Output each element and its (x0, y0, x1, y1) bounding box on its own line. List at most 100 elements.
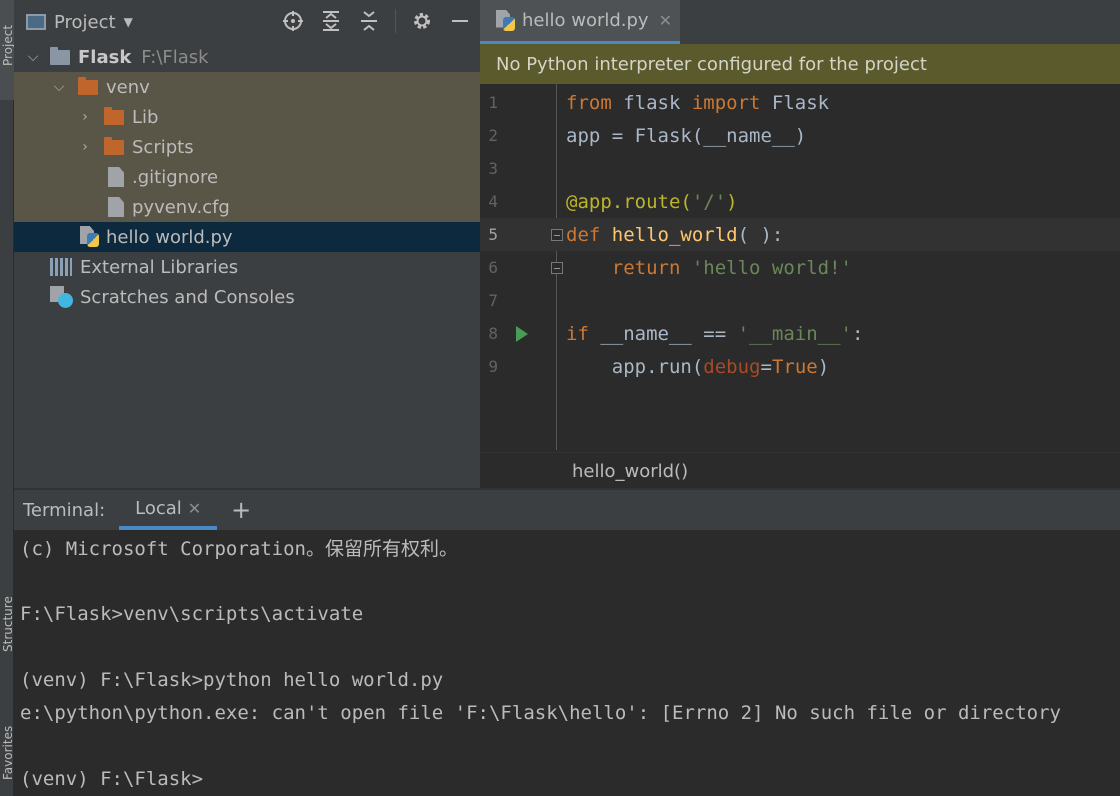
tree-row-external-libraries[interactable]: External Libraries (14, 252, 480, 282)
terminal-panel: Terminal: Local ✕ + (c) Microsoft Corpor… (14, 490, 1120, 796)
terminal-tab-local[interactable]: Local ✕ (119, 490, 218, 530)
fold-end-icon[interactable] (551, 261, 563, 274)
side-tab-structure-label: Structure (1, 596, 15, 652)
terminal-line: (venv) F:\Flask>python hello world.py (20, 668, 444, 691)
code-text: from flask import Flask (566, 91, 830, 114)
side-tab-structure[interactable]: Structure (0, 540, 15, 660)
project-tree: ⌵ Flask F:\Flask ⌵ venv › Lib › Scripts … (14, 42, 480, 312)
terminal-label: Terminal: (23, 499, 106, 521)
new-terminal-button[interactable]: + (231, 496, 251, 524)
tree-venv-label: venv (106, 76, 150, 98)
terminal-line: e:\python\python.exe: can't open file 'F… (20, 701, 1061, 724)
tree-row-pyvenv[interactable]: pyvenv.cfg (14, 192, 480, 222)
project-panel: Project ▼ ⌵ Flask F:\Flask ⌵ venv › Lib … (14, 0, 480, 490)
line-number: 9 (488, 357, 498, 376)
tree-root-name: Flask (78, 46, 132, 68)
editor-panel: hello world.py ✕ No Python interpreter c… (480, 0, 1120, 490)
interpreter-warning-banner: No Python interpreter configured for the… (480, 44, 1120, 84)
chevron-right-icon[interactable]: › (78, 139, 92, 155)
terminal-prompt[interactable]: (venv) F:\Flask> (20, 762, 203, 795)
terminal-line: F:\Flask>venv\scripts\activate (20, 602, 364, 625)
tree-scripts-label: Scripts (132, 136, 194, 158)
project-window-icon (26, 14, 46, 30)
scratches-icon (50, 286, 74, 308)
close-icon[interactable]: ✕ (659, 11, 672, 30)
tree-row-gitignore[interactable]: .gitignore (14, 162, 480, 192)
tree-hello-file-label: hello world.py (106, 226, 233, 248)
project-panel-title[interactable]: Project (54, 12, 116, 33)
line-number: 2 (488, 126, 498, 145)
side-tab-favorites[interactable]: Favorites (0, 680, 15, 790)
code-text: app.run(debug=True) (566, 355, 830, 378)
chevron-down-icon[interactable]: ▼ (124, 15, 133, 29)
code-line[interactable]: 3 (480, 152, 1120, 185)
chevron-down-icon[interactable]: ⌵ (52, 79, 66, 95)
python-file-icon (80, 226, 100, 248)
expand-all-icon[interactable] (319, 8, 343, 34)
library-icon (50, 258, 72, 276)
side-tab-favorites-label: Favorites (1, 725, 15, 780)
chevron-right-icon[interactable]: › (78, 109, 92, 125)
close-icon[interactable]: ✕ (188, 499, 201, 518)
config-file-icon (108, 197, 124, 217)
run-icon[interactable] (516, 325, 528, 342)
terminal-header: Terminal: Local ✕ + (14, 490, 1120, 530)
folder-icon (50, 46, 70, 65)
terminal-tab-label: Local (135, 497, 182, 519)
line-number: 3 (488, 159, 498, 178)
line-number: 8 (488, 324, 498, 343)
code-line[interactable]: 7 (480, 284, 1120, 317)
tree-row-scratches[interactable]: Scratches and Consoles (14, 282, 480, 312)
folder-icon (78, 76, 98, 95)
code-line[interactable]: 4 @app.route('/') (480, 185, 1120, 218)
line-number: 1 (488, 93, 498, 112)
folder-icon (104, 106, 124, 125)
python-file-icon (496, 9, 516, 32)
code-line[interactable]: 9 app.run(debug=True) (480, 350, 1120, 383)
code-line-current[interactable]: 5 def hello_world( ): (480, 218, 1120, 251)
minimize-icon[interactable] (448, 8, 472, 34)
side-tab-project[interactable]: Project (0, 0, 15, 100)
code-line[interactable]: 2 app = Flask(__name__) (480, 119, 1120, 152)
editor-tab-label: hello world.py (522, 10, 649, 31)
gear-icon[interactable] (410, 8, 434, 34)
tree-row-scripts[interactable]: › Scripts (14, 132, 480, 162)
breadcrumb-item[interactable]: hello_world() (572, 461, 688, 482)
tree-lib-label: Lib (132, 106, 159, 128)
code-area[interactable]: 1 from flask import Flask 2 app = Flask(… (480, 84, 1120, 450)
project-header-tools (281, 8, 472, 34)
collapse-all-icon[interactable] (357, 8, 381, 34)
tree-row-venv[interactable]: ⌵ venv (14, 72, 480, 102)
terminal-output[interactable]: (c) Microsoft Corporation。保留所有权利。 F:\Fla… (14, 530, 1120, 796)
code-text: return 'hello world!' (611, 256, 852, 279)
tree-gitignore-label: .gitignore (132, 166, 219, 188)
project-panel-header: Project ▼ (14, 0, 480, 44)
line-number: 6 (488, 258, 498, 277)
breadcrumb: hello_world() (480, 452, 1120, 490)
tree-pyvenv-label: pyvenv.cfg (132, 196, 230, 218)
line-number: 5 (488, 225, 498, 244)
left-tool-strip: Project Structure Favorites (0, 0, 15, 796)
toolbar-separator (395, 9, 396, 33)
tree-row-hello-file[interactable]: hello world.py (14, 222, 480, 252)
tree-scratches-label: Scratches and Consoles (80, 286, 295, 308)
code-line[interactable]: 6 return 'hello world!' (480, 251, 1120, 284)
code-text: @app.route('/') (566, 190, 738, 213)
tree-row-lib[interactable]: › Lib (14, 102, 480, 132)
fold-icon[interactable] (551, 228, 563, 241)
code-line[interactable]: 8 if __name__ == '__main__': (480, 317, 1120, 350)
tree-row-root[interactable]: ⌵ Flask F:\Flask (14, 42, 480, 72)
side-tab-project-label: Project (1, 24, 15, 66)
interpreter-warning-text: No Python interpreter configured for the… (496, 53, 927, 75)
tree-root-path: F:\Flask (141, 46, 209, 68)
terminal-line: (c) Microsoft Corporation。保留所有权利。 (20, 538, 458, 560)
ignored-file-icon (108, 167, 124, 187)
chevron-down-icon[interactable]: ⌵ (26, 49, 40, 65)
editor-tab-hello-world[interactable]: hello world.py ✕ (480, 0, 680, 44)
folder-icon (104, 136, 124, 155)
locate-icon[interactable] (281, 8, 305, 34)
code-text: if __name__ == '__main__': (566, 322, 864, 345)
code-line[interactable]: 1 from flask import Flask (480, 86, 1120, 119)
code-text: app = Flask(__name__) (566, 124, 807, 147)
editor-tab-bar: hello world.py ✕ (480, 0, 1120, 44)
